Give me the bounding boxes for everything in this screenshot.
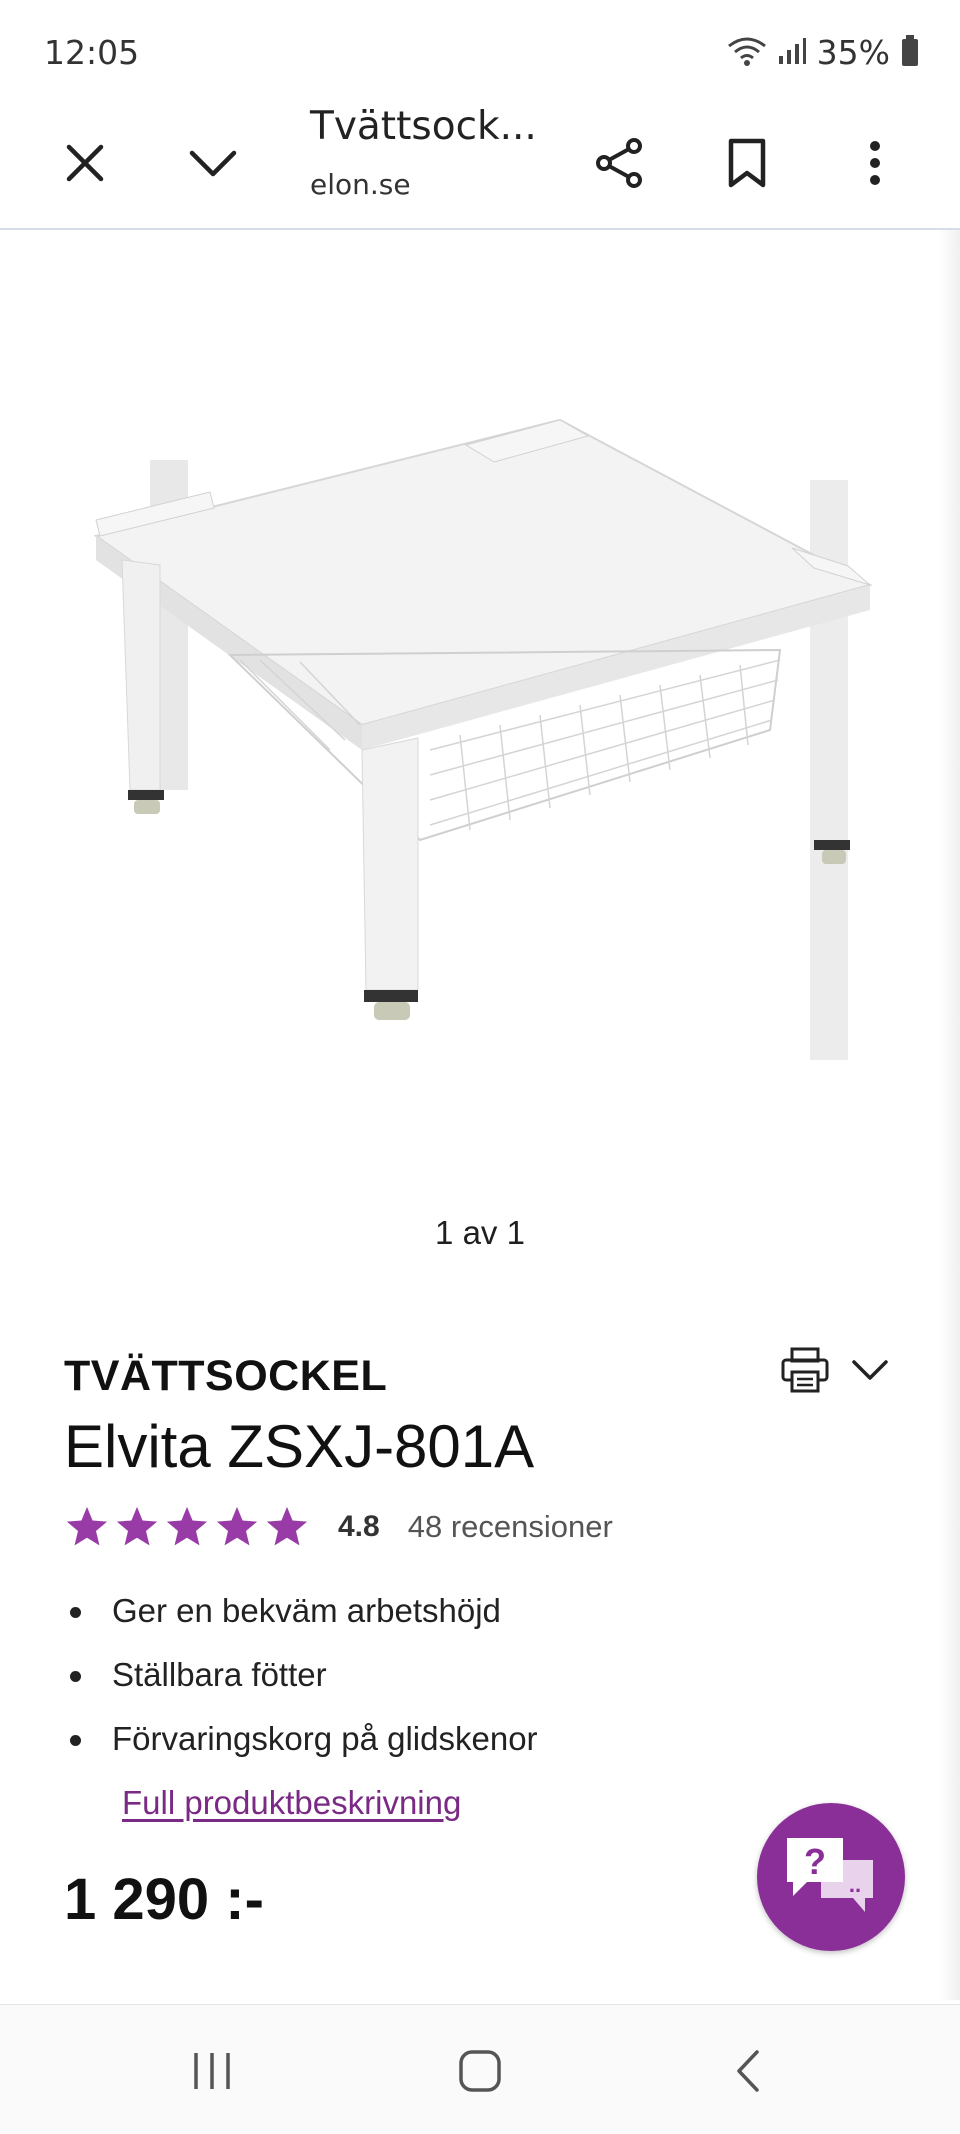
share-icon <box>592 136 646 194</box>
back-button[interactable] <box>708 2033 788 2113</box>
star-icon <box>216 1506 258 1546</box>
expand-tools-button[interactable] <box>850 1357 890 1387</box>
page-title: Tvättsock... <box>310 104 537 149</box>
status-icons: 35% <box>727 33 920 72</box>
recents-icon <box>190 2049 234 2097</box>
print-icon <box>780 1347 830 1398</box>
recents-button[interactable] <box>172 2033 252 2113</box>
home-button[interactable] <box>440 2033 520 2113</box>
side-shadow <box>938 230 960 2000</box>
rating-row[interactable]: 4.8 48 recensioner <box>64 1504 613 1550</box>
feature-list: Ger en bekväm arbetshöjd Ställbara fötte… <box>64 1585 538 1777</box>
page-domain: elon.se <box>310 168 411 201</box>
star-icon <box>66 1506 108 1546</box>
battery-percent: 35% <box>816 33 890 72</box>
status-time: 12:05 <box>44 33 140 72</box>
more-vert-icon <box>868 140 882 190</box>
star-icon <box>266 1506 308 1546</box>
wifi-icon <box>727 34 767 72</box>
share-button[interactable] <box>574 120 664 210</box>
reviews-link[interactable]: 48 recensioner <box>408 1509 613 1545</box>
back-icon <box>733 2048 763 2098</box>
product-price: 1 290 :- <box>64 1867 264 1932</box>
product-image[interactable] <box>0 230 960 1230</box>
minimize-button[interactable] <box>168 120 258 210</box>
chat-question-mark: ? <box>804 1841 826 1882</box>
print-button[interactable] <box>780 1346 830 1398</box>
battery-icon <box>900 34 920 71</box>
full-description-link[interactable]: Full produktbeskrivning <box>122 1784 461 1822</box>
chat-button[interactable]: ? .. <box>757 1803 905 1951</box>
chevron-down-icon <box>188 148 238 182</box>
star-icon <box>166 1506 208 1546</box>
close-icon <box>65 143 105 187</box>
home-icon <box>457 2048 503 2098</box>
bookmark-button[interactable] <box>702 120 792 210</box>
chat-typing-dots: .. <box>849 1872 861 1897</box>
star-rating <box>64 1504 310 1550</box>
product-tools <box>780 1346 890 1398</box>
chevron-down-icon <box>850 1360 890 1387</box>
product-name: Elvita ZSXJ-801A <box>64 1413 535 1480</box>
feature-item: Ger en bekväm arbetshöjd <box>64 1585 538 1649</box>
star-icon <box>116 1506 158 1546</box>
system-nav-bar <box>0 2004 960 2134</box>
close-button[interactable] <box>40 120 130 210</box>
rating-value: 4.8 <box>338 1510 380 1543</box>
feature-item: Förvaringskorg på glidskenor <box>64 1713 538 1777</box>
image-pager: 1 av 1 <box>435 1214 525 1251</box>
feature-item: Ställbara fötter <box>64 1649 538 1713</box>
chat-icon: ? .. <box>781 1830 881 1924</box>
product-category: TVÄTTSOCKEL <box>64 1352 388 1400</box>
signal-icon <box>777 36 807 70</box>
status-bar: 12:05 35% <box>0 0 960 100</box>
bookmark-icon <box>727 138 767 192</box>
more-options-button[interactable] <box>830 120 920 210</box>
